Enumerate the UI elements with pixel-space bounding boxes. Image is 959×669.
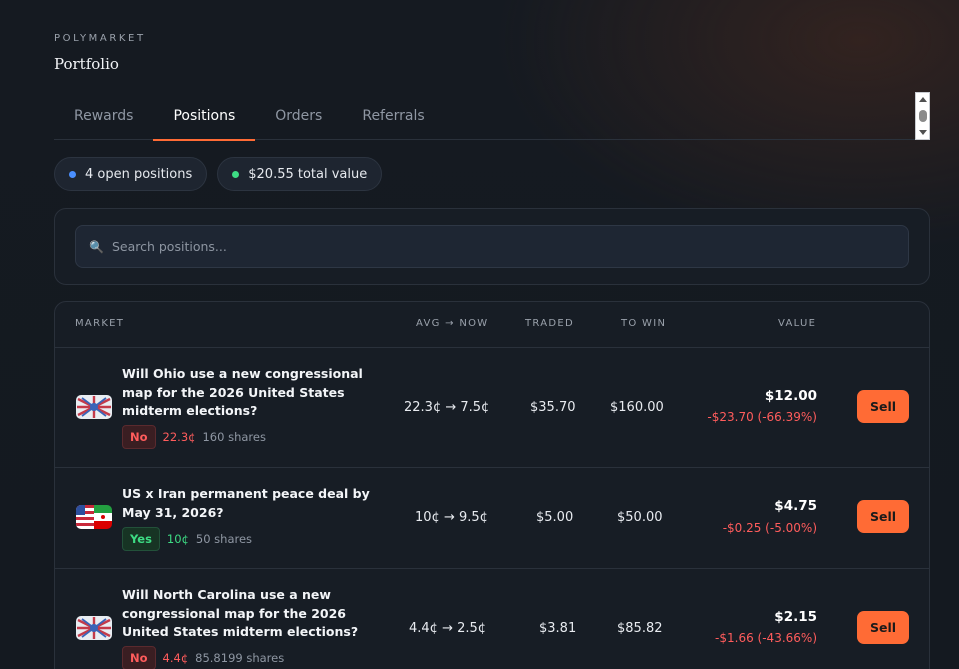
tab-positions[interactable]: Positions (153, 92, 256, 141)
avg-now-value: 22.3¢ → 7.5¢ (404, 400, 490, 415)
tab-orders[interactable]: Orders (255, 92, 342, 140)
tab-bar: Rewards Positions Orders Referrals (54, 92, 929, 141)
open-positions-label: 4 open positions (85, 166, 193, 182)
scroll-down-arrow-icon[interactable] (919, 130, 927, 135)
tab-scrollbar[interactable] (915, 92, 930, 140)
shares-count: 160 shares (202, 430, 266, 444)
market-title-line: US x Iran permanent peace deal by (122, 486, 370, 501)
scrollbar-thumb[interactable] (919, 110, 927, 122)
total-value-pill: $20.55 total value (217, 157, 383, 191)
summary-pills: 4 open positions $20.55 total value (54, 157, 383, 191)
us-map-flag-icon (76, 395, 112, 419)
sell-button[interactable]: Sell (857, 500, 909, 533)
sell-button[interactable]: Sell (857, 390, 909, 423)
header-to-win: TO WIN (621, 318, 667, 329)
market-title-line: midterm elections? (122, 403, 258, 418)
sell-button[interactable]: Sell (857, 611, 909, 644)
market-title-line: Will North Carolina use a new (122, 587, 331, 602)
total-value-label: $20.55 total value (248, 166, 368, 182)
traded-value: $35.70 (530, 400, 576, 415)
scroll-up-arrow-icon[interactable] (919, 97, 927, 102)
us-map-flag-icon (76, 616, 112, 640)
search-card: 🔍 (54, 208, 930, 285)
table-row[interactable]: Will Ohio use a new congressional map fo… (55, 348, 929, 468)
shares-count: 50 shares (195, 532, 253, 546)
green-dot-icon (232, 170, 240, 178)
table-row[interactable]: Will North Carolina use a new congressio… (55, 569, 929, 669)
to-win-value: $160.00 (610, 400, 664, 415)
search-box[interactable]: 🔍 (75, 225, 909, 268)
outcome-price: 4.4¢ (162, 651, 189, 665)
avg-now-value: 4.4¢ → 2.5¢ (409, 621, 487, 636)
value-change: -$23.70 (-66.39%) (707, 410, 817, 424)
search-icon: 🔍 (89, 239, 104, 254)
blue-dot-icon (69, 170, 76, 178)
outcome-price: 22.3¢ (162, 430, 196, 444)
market-title[interactable]: Will Ohio use a new congressional map fo… (122, 365, 372, 421)
header-traded: TRADED (525, 318, 575, 329)
brand-label: POLYMARKET (54, 33, 146, 44)
to-win-value: $50.00 (617, 510, 663, 525)
header-avg-now: AVG → NOW (416, 318, 489, 329)
table-row[interactable]: US x Iran permanent peace deal by May 31… (55, 468, 929, 569)
us-iran-flag-icon (76, 505, 112, 529)
tab-referrals[interactable]: Referrals (342, 92, 444, 140)
market-title-line: Will Ohio use a new congressional (122, 366, 363, 381)
position-value: $4.75 (774, 498, 817, 514)
header-value: VALUE (778, 318, 817, 329)
market-title-line: United States midterm elections? (122, 624, 359, 639)
open-positions-pill: 4 open positions (54, 157, 208, 191)
table-header: MARKET AVG → NOW TRADED TO WIN VALUE (55, 302, 929, 348)
market-title-line: May 31, 2026? (122, 504, 224, 520)
outcome-badge: No (122, 425, 156, 449)
tab-rewards[interactable]: Rewards (54, 92, 153, 140)
market-title-line: congressional map for the 2026 (122, 605, 347, 621)
search-input[interactable] (111, 239, 872, 254)
traded-value: $3.81 (539, 621, 577, 636)
market-title[interactable]: Will North Carolina use a new congressio… (122, 586, 372, 642)
positions-table: MARKET AVG → NOW TRADED TO WIN VALUE Wil… (54, 301, 930, 669)
market-title[interactable]: US x Iran permanent peace deal by May 31… (122, 485, 372, 522)
avg-now-value: 10¢ → 9.5¢ (415, 510, 488, 525)
traded-value: $5.00 (536, 510, 574, 525)
position-meta: No 22.3¢ 160 shares (122, 425, 266, 449)
value-change: -$0.25 (-5.00%) (722, 521, 817, 535)
to-win-value: $85.82 (617, 621, 663, 636)
shares-count: 85.8199 shares (195, 651, 285, 665)
header-market: MARKET (75, 318, 125, 329)
outcome-price: 10¢ (166, 532, 189, 546)
position-meta: No 4.4¢ 85.8199 shares (122, 646, 284, 669)
outcome-badge: No (122, 646, 156, 669)
position-value: $2.15 (774, 609, 817, 625)
page-title: Portfolio (54, 55, 119, 73)
market-title-line: map for the 2026 United States (122, 384, 345, 400)
position-meta: Yes 10¢ 50 shares (122, 527, 252, 551)
value-change: -$1.66 (-43.66%) (715, 631, 817, 645)
outcome-badge: Yes (122, 527, 160, 551)
position-value: $12.00 (764, 388, 817, 404)
